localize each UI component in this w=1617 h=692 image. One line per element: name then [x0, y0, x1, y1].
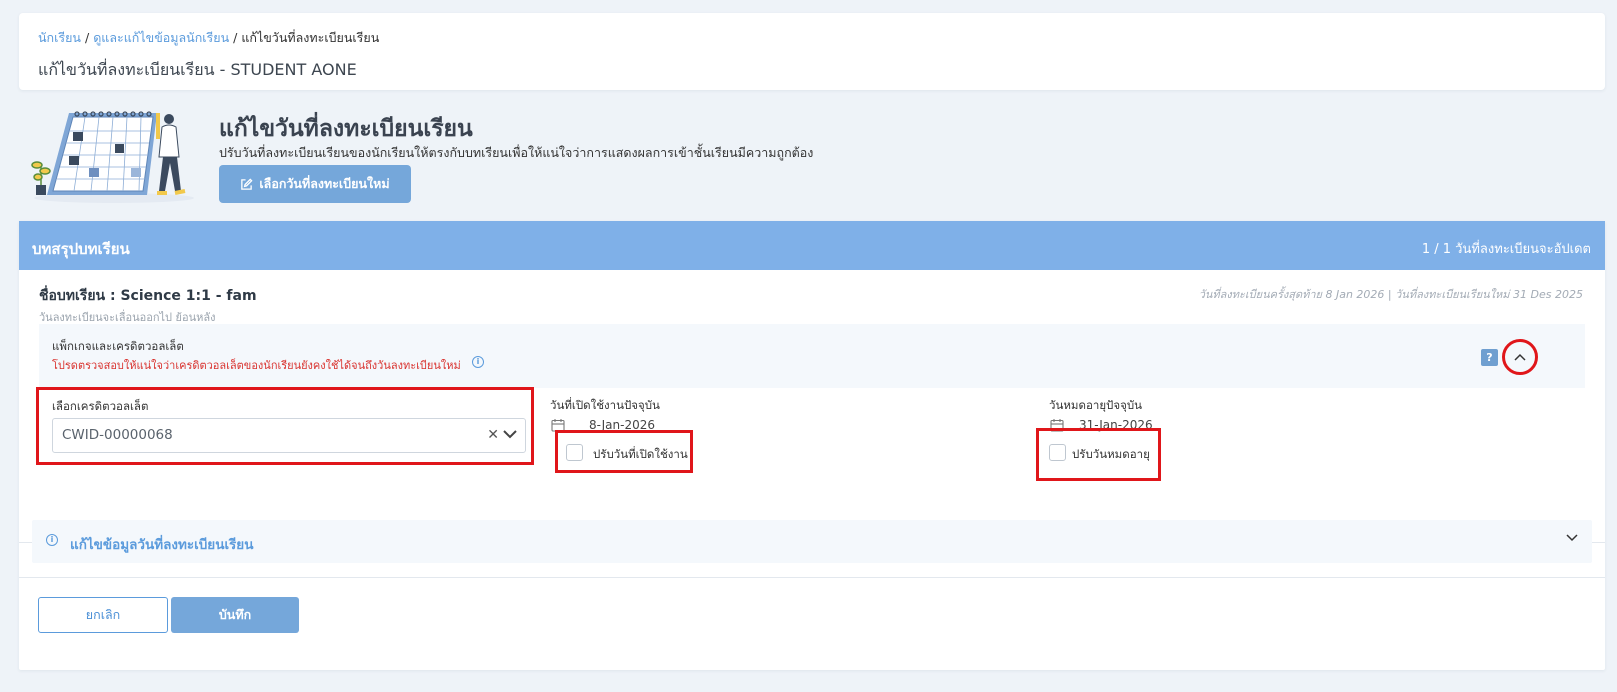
cancel-button[interactable]: ยกเลิก — [38, 597, 168, 633]
credit-wallet-value: CWID-00000068 — [62, 427, 173, 443]
breadcrumb-students[interactable]: นักเรียน — [38, 30, 81, 45]
page-title: แก้ไขวันที่ลงทะเบียนเรียน - STUDENT AONE — [38, 60, 357, 79]
select-new-enrollment-date-label: เลือกวันที่ลงทะเบียนใหม่ — [259, 176, 390, 191]
footer-divider — [19, 577, 1605, 578]
chevron-down-icon[interactable] — [503, 429, 517, 439]
breadcrumb-separator: / — [84, 30, 90, 45]
clear-icon[interactable]: ✕ — [487, 419, 499, 452]
package-credit-panel: แพ็กเกจและเครดิตวอลเล็ต โปรดตรวจสอบให้แน… — [39, 324, 1585, 388]
save-button[interactable]: บันทึก — [171, 597, 299, 633]
course-dates: วันที่ลงทะเบียนครั้งสุดท้าย 8 Jan 2026 |… — [1198, 288, 1583, 301]
credit-wallet-field-highlight: เลือกเครดิตวอลเล็ต CWID-00000068 ✕ — [36, 387, 534, 465]
hero-description: ปรับวันที่ลงทะเบียนเรียนของนักเรียนให้ตร… — [219, 145, 814, 160]
adjust-start-date-highlight: ปรับวันที่เปิดใช้งาน — [555, 430, 693, 473]
lesson-summary-card: บทสรุปบทเรียน 1 / 1 วันที่ลงทะเบียนจะอัป… — [19, 221, 1605, 670]
summary-title: บทสรุปบทเรียน — [32, 240, 130, 258]
breadcrumb-current: แก้ไขวันที่ลงทะเบียนเรียน — [241, 30, 380, 45]
current-expiry-date-label: วันหมดอายุปัจจุบัน — [1049, 398, 1142, 412]
breadcrumb: นักเรียน / ดูและแก้ไขข้อมูลนักเรียน / แก้ไขว… — [38, 28, 379, 48]
adjust-expiry-date-label: ปรับวันหมดอายุ — [1072, 447, 1150, 461]
hero-title: แก้ไขวันที่ลงทะเบียนเรียน — [219, 116, 473, 142]
package-title: แพ็กเกจและเครดิตวอลเล็ต — [52, 339, 184, 353]
adjust-start-date-label: ปรับวันที่เปิดใช้งาน — [593, 447, 688, 461]
chevron-up-icon — [1514, 353, 1526, 361]
breadcrumb-student-detail[interactable]: ดูและแก้ไขข้อมูลนักเรียน — [93, 30, 229, 45]
info-icon: i — [46, 534, 58, 546]
edit-enrollment-data-title: แก้ไขข้อมูลวันที่ลงทะเบียนเรียน — [70, 537, 254, 553]
adjust-start-date-checkbox[interactable] — [566, 444, 583, 461]
collapse-package-button[interactable] — [1502, 339, 1538, 375]
adjust-expiry-date-highlight: ปรับวันหมดอายุ — [1036, 428, 1161, 481]
adjust-expiry-date-checkbox[interactable] — [1049, 444, 1066, 461]
info-icon[interactable]: i — [472, 356, 484, 368]
summary-header: บทสรุปบทเรียน 1 / 1 วันที่ลงทะเบียนจะอัป… — [19, 221, 1605, 270]
hero-section: แก้ไขวันที่ลงทะเบียนเรียน ปรับวันที่ลงทะ… — [19, 103, 1605, 207]
package-warning: โปรดตรวจสอบให้แน่ใจว่าเครดิตวอลเล็ตของนั… — [52, 359, 461, 372]
edit-icon — [241, 177, 253, 190]
breadcrumb-separator: / — [233, 30, 238, 45]
credit-wallet-select[interactable]: CWID-00000068 ✕ — [52, 418, 526, 453]
edit-enrollment-data-panel[interactable]: i แก้ไขข้อมูลวันที่ลงทะเบียนเรียน — [32, 520, 1592, 563]
summary-update-count: 1 / 1 วันที่ลงทะเบียนจะอัปเดต — [1421, 242, 1591, 257]
course-name: ชื่อบทเรียน : Science 1:1 - fam — [39, 288, 257, 304]
calendar-illustration-icon — [31, 111, 194, 203]
current-start-date-label: วันที่เปิดใช้งานปัจจุบัน — [550, 398, 660, 412]
header-card: นักเรียน / ดูและแก้ไขข้อมูลนักเรียน / แก้ไขว… — [19, 13, 1605, 90]
select-new-enrollment-date-button[interactable]: เลือกวันที่ลงทะเบียนใหม่ — [219, 165, 411, 203]
course-block: ชื่อบทเรียน : Science 1:1 - fam วันลงทะเ… — [19, 270, 1605, 543]
help-icon[interactable]: ? — [1481, 349, 1498, 366]
credit-wallet-label: เลือกเครดิตวอลเล็ต — [52, 399, 149, 413]
chevron-down-icon[interactable] — [1566, 534, 1578, 542]
